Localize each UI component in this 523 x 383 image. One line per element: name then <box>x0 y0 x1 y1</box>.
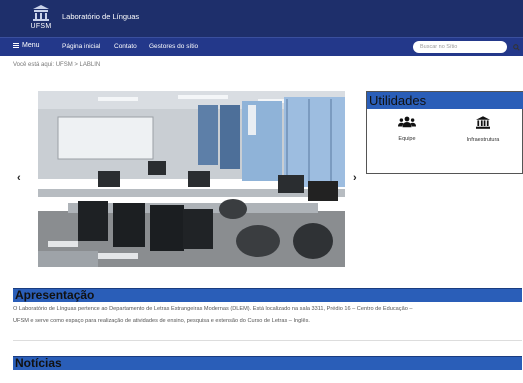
apresentacao-text: O Laboratório de Línguas pertence ao Dep… <box>13 303 518 327</box>
breadcrumb: Você está aqui: UFSM > LABLIN <box>13 62 101 68</box>
ufsm-logo[interactable]: UFSM <box>28 4 54 34</box>
util-item-label: Infraestrutura <box>466 137 500 143</box>
search-icon <box>513 44 520 51</box>
users-icon <box>398 116 416 128</box>
ufsm-crest-icon <box>33 5 49 21</box>
utilidades-panel: Utilidades Equipe Infraestrutura <box>366 91 523 174</box>
noticias-title: Notícias <box>13 356 522 370</box>
nav-link-contato[interactable]: Contato <box>114 43 137 50</box>
util-item-infraestrutura[interactable]: Infraestrutura <box>453 116 513 143</box>
search-input[interactable] <box>420 43 490 51</box>
util-item-label: Equipe <box>398 136 416 142</box>
hamburger-icon <box>13 43 19 48</box>
lab-photo <box>38 91 345 267</box>
apresentacao-line-2: UFSM e serve como espaço para realização… <box>13 318 310 324</box>
menu-button[interactable]: Menu <box>13 42 40 49</box>
apresentacao-title: Apresentação <box>13 288 522 302</box>
logo-text: UFSM <box>30 23 52 30</box>
carousel-next-button[interactable]: › <box>353 172 357 184</box>
apresentacao-line-1: O Laboratório de Línguas pertence ao Dep… <box>13 306 413 312</box>
search-button[interactable] <box>510 41 523 54</box>
util-item-equipe[interactable]: Equipe <box>377 116 437 142</box>
search-box <box>413 41 520 53</box>
carousel-prev-button[interactable]: ‹ <box>17 172 21 184</box>
main-navbar: Menu Página inicial Contato Gestores do … <box>0 37 523 56</box>
section-divider <box>13 340 522 341</box>
carousel-slide-image[interactable] <box>38 91 345 267</box>
utilidades-title: Utilidades <box>367 92 523 109</box>
nav-link-gestores[interactable]: Gestores do sítio <box>149 43 198 50</box>
site-title[interactable]: Laboratório de Línguas <box>62 12 139 21</box>
building-columns-icon <box>476 116 490 129</box>
top-header: UFSM Laboratório de Línguas <box>0 0 523 37</box>
menu-label: Menu <box>22 42 40 49</box>
nav-link-home[interactable]: Página inicial <box>62 43 100 50</box>
